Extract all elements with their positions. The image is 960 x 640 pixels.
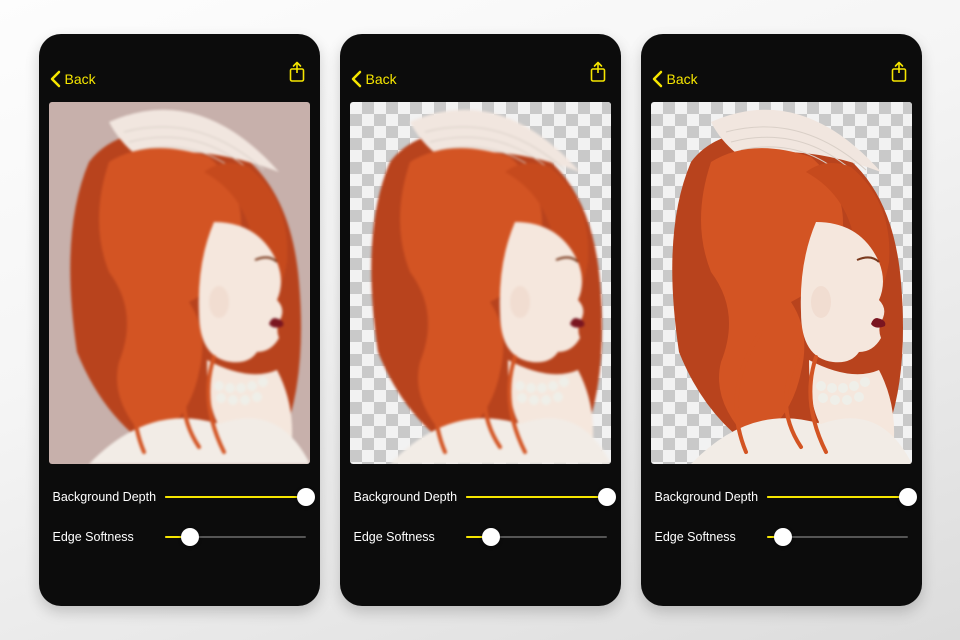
image-canvas[interactable] — [651, 102, 912, 464]
back-button[interactable]: Back — [49, 70, 96, 88]
slider-knob[interactable] — [598, 488, 616, 506]
edge-softness-row: Edge Softness — [53, 520, 306, 554]
edge-softness-label: Edge Softness — [655, 530, 767, 544]
edge-softness-slider[interactable] — [767, 530, 908, 544]
slider-panel: Background Depth Edge Softness — [340, 464, 621, 554]
share-icon — [288, 61, 306, 83]
edge-softness-slider[interactable] — [165, 530, 306, 544]
chevron-left-icon — [651, 70, 665, 88]
share-button[interactable] — [288, 61, 306, 88]
slider-knob[interactable] — [482, 528, 500, 546]
back-button[interactable]: Back — [651, 70, 698, 88]
back-button[interactable]: Back — [350, 70, 397, 88]
back-label: Back — [65, 71, 96, 87]
slider-knob[interactable] — [774, 528, 792, 546]
background-depth-row: Background Depth — [354, 480, 607, 514]
background-depth-slider[interactable] — [466, 490, 607, 504]
back-label: Back — [667, 71, 698, 87]
slider-fill — [165, 496, 306, 498]
background-depth-slider[interactable] — [767, 490, 908, 504]
background-depth-row: Background Depth — [53, 480, 306, 514]
chevron-left-icon — [49, 70, 63, 88]
edge-softness-label: Edge Softness — [53, 530, 165, 544]
slider-fill — [466, 496, 607, 498]
background-depth-label: Background Depth — [53, 490, 165, 504]
phone-screen: Back Background Depth Edge Softness — [39, 34, 320, 606]
back-label: Back — [366, 71, 397, 87]
slider-panel: Background Depth Edge Softness — [39, 464, 320, 554]
share-button[interactable] — [589, 61, 607, 88]
chevron-left-icon — [350, 70, 364, 88]
background-depth-row: Background Depth — [655, 480, 908, 514]
image-canvas[interactable] — [49, 102, 310, 464]
background-depth-label: Background Depth — [655, 490, 767, 504]
portrait-subject — [651, 102, 912, 464]
edge-softness-slider[interactable] — [466, 530, 607, 544]
share-icon — [589, 61, 607, 83]
slider-knob[interactable] — [297, 488, 315, 506]
edge-softness-row: Edge Softness — [655, 520, 908, 554]
share-icon — [890, 61, 908, 83]
navbar: Back — [641, 34, 922, 96]
slider-knob[interactable] — [899, 488, 917, 506]
image-canvas[interactable] — [350, 102, 611, 464]
slider-knob[interactable] — [181, 528, 199, 546]
share-button[interactable] — [890, 61, 908, 88]
edge-softness-label: Edge Softness — [354, 530, 466, 544]
slider-fill — [767, 496, 908, 498]
navbar: Back — [340, 34, 621, 96]
background-depth-slider[interactable] — [165, 490, 306, 504]
edge-softness-row: Edge Softness — [354, 520, 607, 554]
phone-screen: Back Background Depth Edge Softness — [641, 34, 922, 606]
portrait-subject — [49, 102, 310, 464]
phone-screen: Back Background Depth Edge Softness — [340, 34, 621, 606]
background-depth-label: Background Depth — [354, 490, 466, 504]
navbar: Back — [39, 34, 320, 96]
slider-panel: Background Depth Edge Softness — [641, 464, 922, 554]
portrait-subject — [350, 102, 611, 464]
